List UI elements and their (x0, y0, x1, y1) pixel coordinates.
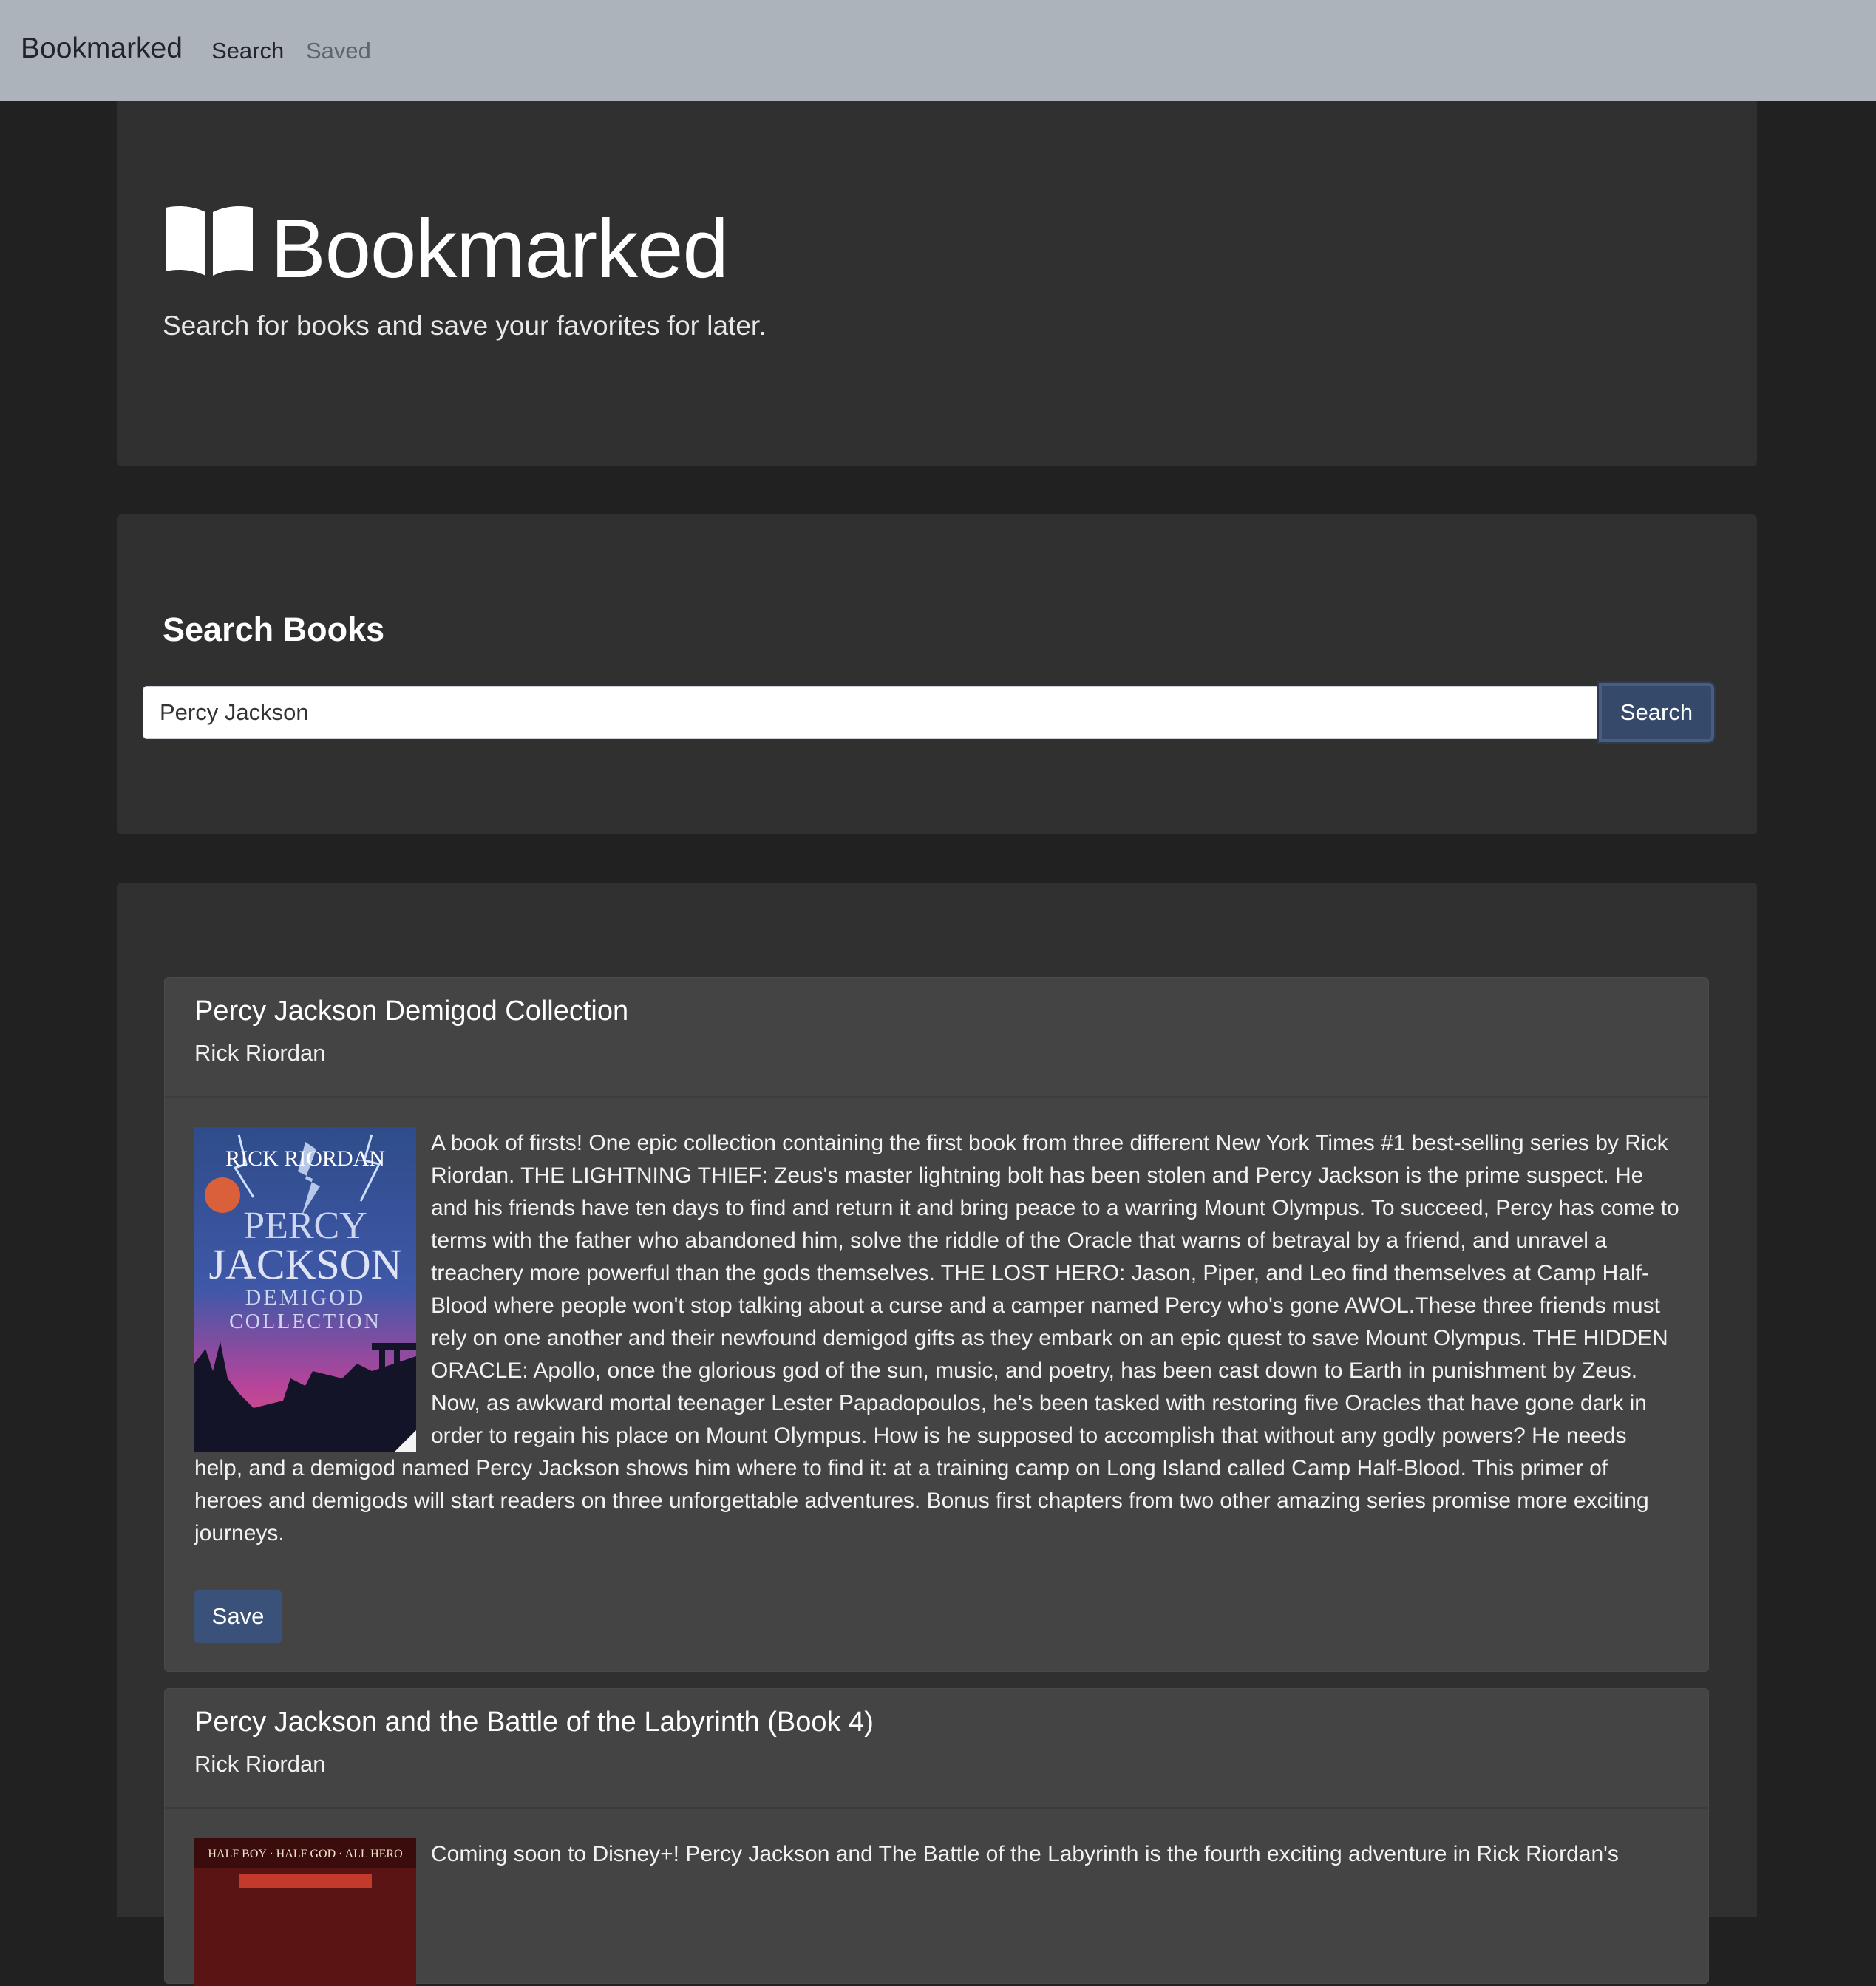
cover-title-line4: COLLECTION (229, 1310, 381, 1333)
book-card: Percy Jackson Demigod Collection Rick Ri… (164, 977, 1709, 1672)
book-card: Percy Jackson and the Battle of the Laby… (164, 1688, 1709, 1986)
hero-title: Bookmarked (163, 201, 729, 296)
book-cover-image: RICK RIORDAN PERCY JACKSON DEMIGOD COLLE… (194, 1127, 416, 1452)
nav-link-search[interactable]: Search (211, 38, 284, 64)
nav-link-saved[interactable]: Saved (306, 38, 371, 64)
navbar: Bookmarked Search Saved (0, 0, 1876, 101)
results-panel: Percy Jackson Demigod Collection Rick Ri… (117, 883, 1757, 1986)
search-heading: Search Books (163, 611, 385, 648)
search-input[interactable] (143, 686, 1599, 739)
card-body: HALF BOY · HALF GOD · ALL HERO Coming so… (194, 1838, 1680, 1986)
hero-title-text: Bookmarked (271, 203, 729, 295)
save-book-button[interactable]: Save (194, 1590, 282, 1643)
cover-tagline-text: HALF BOY · HALF GOD · ALL HERO (208, 1848, 402, 1860)
search-panel: Search Books Search (117, 514, 1757, 834)
card-header: Percy Jackson and the Battle of the Laby… (165, 1689, 1708, 1809)
book-author: Rick Riordan (194, 1751, 326, 1777)
hero-panel: Bookmarked Search for books and save you… (117, 101, 1757, 466)
cover-author-text: RICK RIORDAN (225, 1146, 385, 1171)
cover-title-line3: DEMIGOD (245, 1285, 366, 1310)
search-button[interactable]: Search (1599, 683, 1714, 742)
book-description: A book of firsts! One epic collection co… (194, 1131, 1679, 1545)
hero-subtitle: Search for books and save your favorites… (163, 310, 767, 341)
cover-title-line2: JACKSON (208, 1240, 401, 1288)
book-author: Rick Riordan (194, 1040, 326, 1066)
book-cover-image: HALF BOY · HALF GOD · ALL HERO (194, 1838, 416, 1986)
card-body: RICK RIORDAN PERCY JACKSON DEMIGOD COLLE… (194, 1127, 1680, 1550)
book-description: Coming soon to Disney+! Percy Jackson an… (431, 1842, 1619, 1866)
book-icon (163, 201, 256, 296)
navbar-brand[interactable]: Bookmarked (21, 33, 183, 65)
card-header: Percy Jackson Demigod Collection Rick Ri… (165, 978, 1708, 1098)
book-title: Percy Jackson Demigod Collection (194, 996, 629, 1027)
book-title: Percy Jackson and the Battle of the Laby… (194, 1707, 874, 1738)
